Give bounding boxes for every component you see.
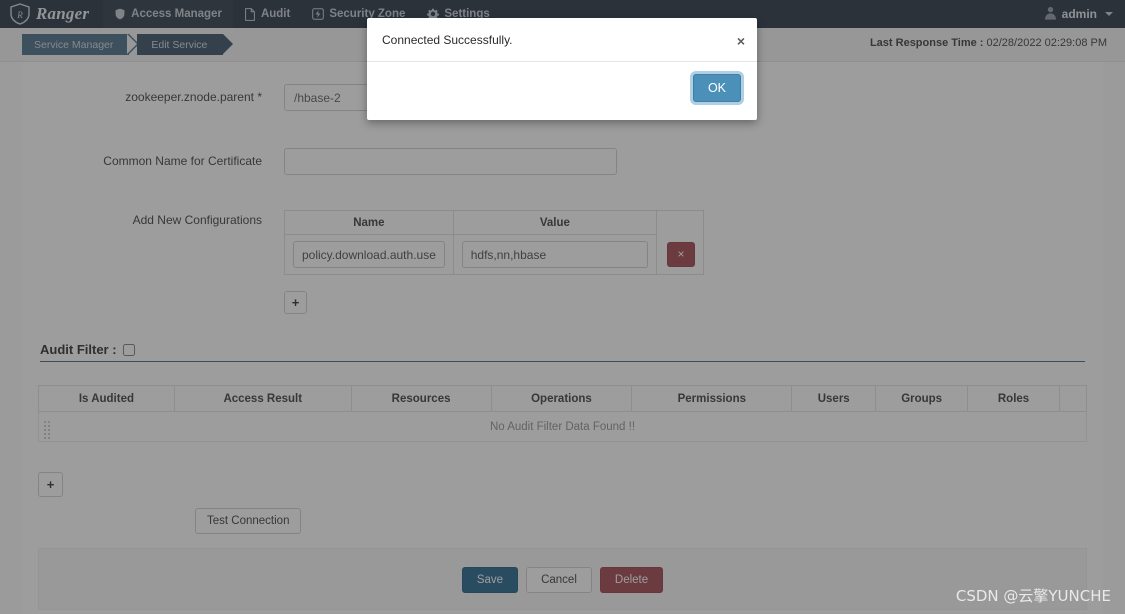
connection-result-dialog: Connected Successfully. × OK	[367, 18, 757, 120]
dialog-header: Connected Successfully. ×	[367, 18, 757, 62]
dialog-footer: OK	[367, 62, 757, 119]
dialog-message: Connected Successfully.	[382, 33, 513, 47]
ok-button[interactable]: OK	[692, 74, 741, 102]
close-icon[interactable]: ×	[737, 34, 745, 48]
app-root: R Ranger Access Manager	[0, 0, 1125, 614]
